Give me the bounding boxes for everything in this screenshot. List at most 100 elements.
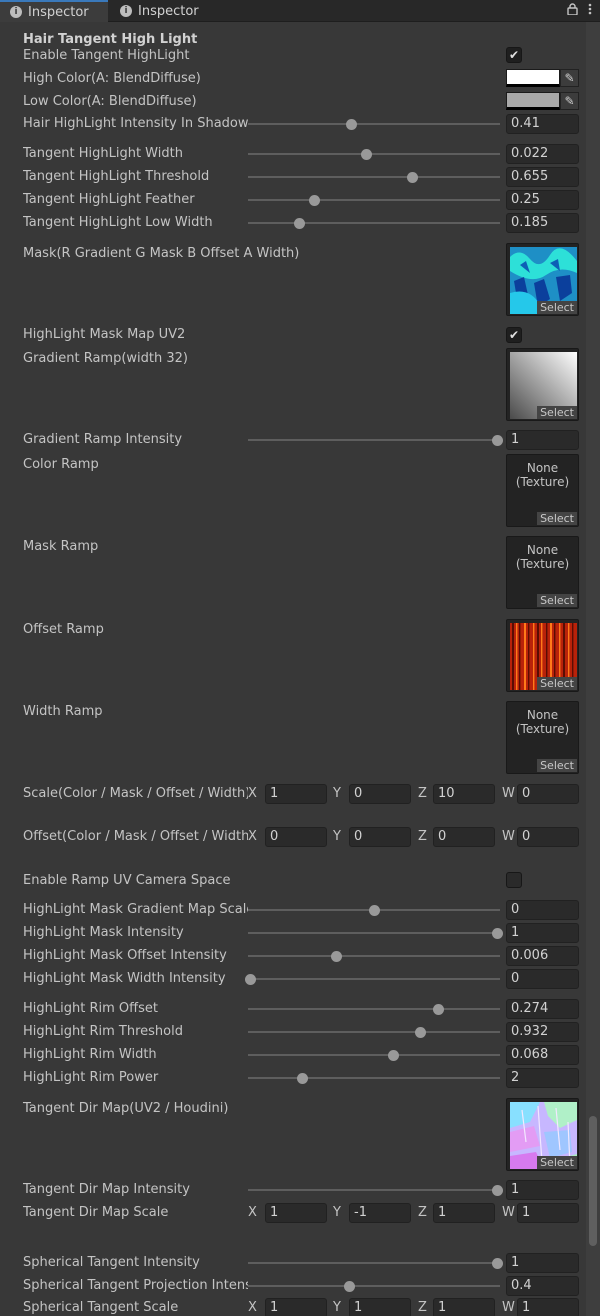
vector-field-y[interactable]: -1 [349, 1203, 411, 1223]
texture-select-button[interactable]: Select [537, 512, 577, 525]
high-color-swatch[interactable] [506, 69, 560, 87]
texture-slot[interactable]: Select [506, 348, 579, 421]
slider-track[interactable] [248, 439, 500, 441]
slider-thumb[interactable] [297, 1073, 308, 1084]
texture-slot[interactable]: Select [506, 243, 579, 316]
slider-thumb[interactable] [309, 195, 320, 206]
slider-value-field[interactable]: 0.932 [506, 1022, 579, 1042]
slider-thumb[interactable] [245, 974, 256, 985]
vector-field-w[interactable]: 0 [517, 827, 579, 847]
texture-none-text: None (Texture) [515, 543, 570, 571]
vector-field-z[interactable]: 10 [433, 784, 495, 804]
slider-value-field[interactable]: 0.4 [506, 1276, 579, 1296]
vector-field-w[interactable]: 1 [517, 1203, 579, 1223]
slider-value-field[interactable]: 0.41 [506, 114, 579, 134]
vector-field-x[interactable]: 1 [265, 1203, 327, 1223]
slider-track[interactable] [248, 1077, 500, 1079]
texture-select-button[interactable]: Select [537, 406, 577, 419]
slider-track[interactable] [248, 1262, 500, 1264]
slider-label: Spherical Tangent Projection Intensity [23, 1278, 248, 1293]
slider-thumb[interactable] [331, 951, 342, 962]
slider-track[interactable] [248, 123, 500, 125]
texture-slot[interactable]: Select [506, 619, 579, 692]
texture-select-button[interactable]: Select [537, 1156, 577, 1169]
enable-ramp-uv-camera-space-checkbox[interactable] [506, 872, 522, 888]
slider-value-field[interactable]: 0.068 [506, 1045, 579, 1065]
vector-field-z[interactable]: 0 [433, 827, 495, 847]
axis-label-w: W [502, 786, 515, 801]
slider-track[interactable] [248, 955, 500, 957]
slider-track[interactable] [248, 199, 500, 201]
slider-thumb[interactable] [346, 119, 357, 130]
slider-track[interactable] [248, 978, 500, 980]
tab-inspector-1[interactable]: i Inspector [0, 0, 108, 22]
vector-field-y[interactable]: 1 [349, 1298, 411, 1316]
texture-select-button[interactable]: Select [537, 301, 577, 314]
low-color-swatch[interactable] [506, 92, 560, 110]
slider-track[interactable] [248, 176, 500, 178]
slider-thumb[interactable] [344, 1281, 355, 1292]
slider-thumb[interactable] [388, 1050, 399, 1061]
slider-thumb[interactable] [369, 905, 380, 916]
slider-track[interactable] [248, 222, 500, 224]
slider-value-field[interactable]: 1 [506, 430, 579, 450]
more-menu-icon[interactable] [588, 3, 592, 19]
slider-value-field[interactable]: 1 [506, 1180, 579, 1200]
slider-value-field[interactable]: 0.655 [506, 167, 579, 187]
slider-value-field[interactable]: 0.022 [506, 144, 579, 164]
slider-thumb[interactable] [294, 218, 305, 229]
texture-label: Offset Ramp [23, 622, 104, 637]
texture-slot[interactable]: Select [506, 1098, 579, 1171]
slider-track[interactable] [248, 1189, 500, 1191]
eyedropper-icon[interactable]: ✎ [560, 92, 579, 110]
axis-label-z: Z [418, 786, 427, 801]
slider-track[interactable] [248, 1008, 500, 1010]
lock-icon[interactable] [567, 3, 578, 19]
texture-none-text: None (Texture) [515, 708, 570, 736]
slider-value-field[interactable]: 0.274 [506, 999, 579, 1019]
slider-thumb[interactable] [492, 928, 503, 939]
highlight-mask-map-uv2-label: HighLight Mask Map UV2 [23, 327, 186, 342]
slider-thumb[interactable] [415, 1027, 426, 1038]
vector-field-x[interactable]: 1 [265, 784, 327, 804]
slider-value-field[interactable]: 0.25 [506, 190, 579, 210]
eyedropper-icon[interactable]: ✎ [560, 69, 579, 87]
slider-thumb[interactable] [361, 149, 372, 160]
vector-field-w[interactable]: 0 [517, 784, 579, 804]
slider-thumb[interactable] [433, 1004, 444, 1015]
slider-value-field[interactable]: 0 [506, 900, 579, 920]
vector-field-w[interactable]: 1 [517, 1298, 579, 1316]
vector-field-z[interactable]: 1 [433, 1298, 495, 1316]
highlight-mask-map-uv2-checkbox[interactable]: ✔ [506, 327, 522, 343]
texture-select-button[interactable]: Select [537, 677, 577, 690]
slider-value-field[interactable]: 0.185 [506, 213, 579, 233]
texture-slot[interactable]: None (Texture) Select [506, 701, 579, 774]
slider-track[interactable] [248, 1031, 500, 1033]
texture-select-button[interactable]: Select [537, 594, 577, 607]
slider-track[interactable] [248, 1054, 500, 1056]
vector-field-z[interactable]: 1 [433, 1203, 495, 1223]
vector-field-y[interactable]: 0 [349, 827, 411, 847]
texture-slot[interactable]: None (Texture) Select [506, 536, 579, 609]
slider-track[interactable] [248, 1285, 500, 1287]
slider-value-field[interactable]: 0 [506, 969, 579, 989]
enable-tangent-highlight-checkbox[interactable]: ✔ [506, 47, 522, 63]
vector-field-x[interactable]: 0 [265, 827, 327, 847]
texture-select-button[interactable]: Select [537, 759, 577, 772]
slider-value-field[interactable]: 0.006 [506, 946, 579, 966]
inspector-scrollbar[interactable] [586, 22, 600, 1316]
texture-slot[interactable]: None (Texture) Select [506, 454, 579, 527]
slider-value-field[interactable]: 1 [506, 923, 579, 943]
slider-value-field[interactable]: 2 [506, 1068, 579, 1088]
scrollbar-thumb[interactable] [589, 1116, 597, 1246]
slider-thumb[interactable] [492, 435, 503, 446]
slider-value-field[interactable]: 1 [506, 1253, 579, 1273]
tab-inspector-2[interactable]: i Inspector [110, 0, 220, 22]
slider-thumb[interactable] [407, 172, 418, 183]
slider-track[interactable] [248, 153, 500, 155]
slider-track[interactable] [248, 932, 500, 934]
vector-field-y[interactable]: 0 [349, 784, 411, 804]
vector-field-x[interactable]: 1 [265, 1298, 327, 1316]
slider-thumb[interactable] [492, 1258, 503, 1269]
slider-thumb[interactable] [492, 1185, 503, 1196]
